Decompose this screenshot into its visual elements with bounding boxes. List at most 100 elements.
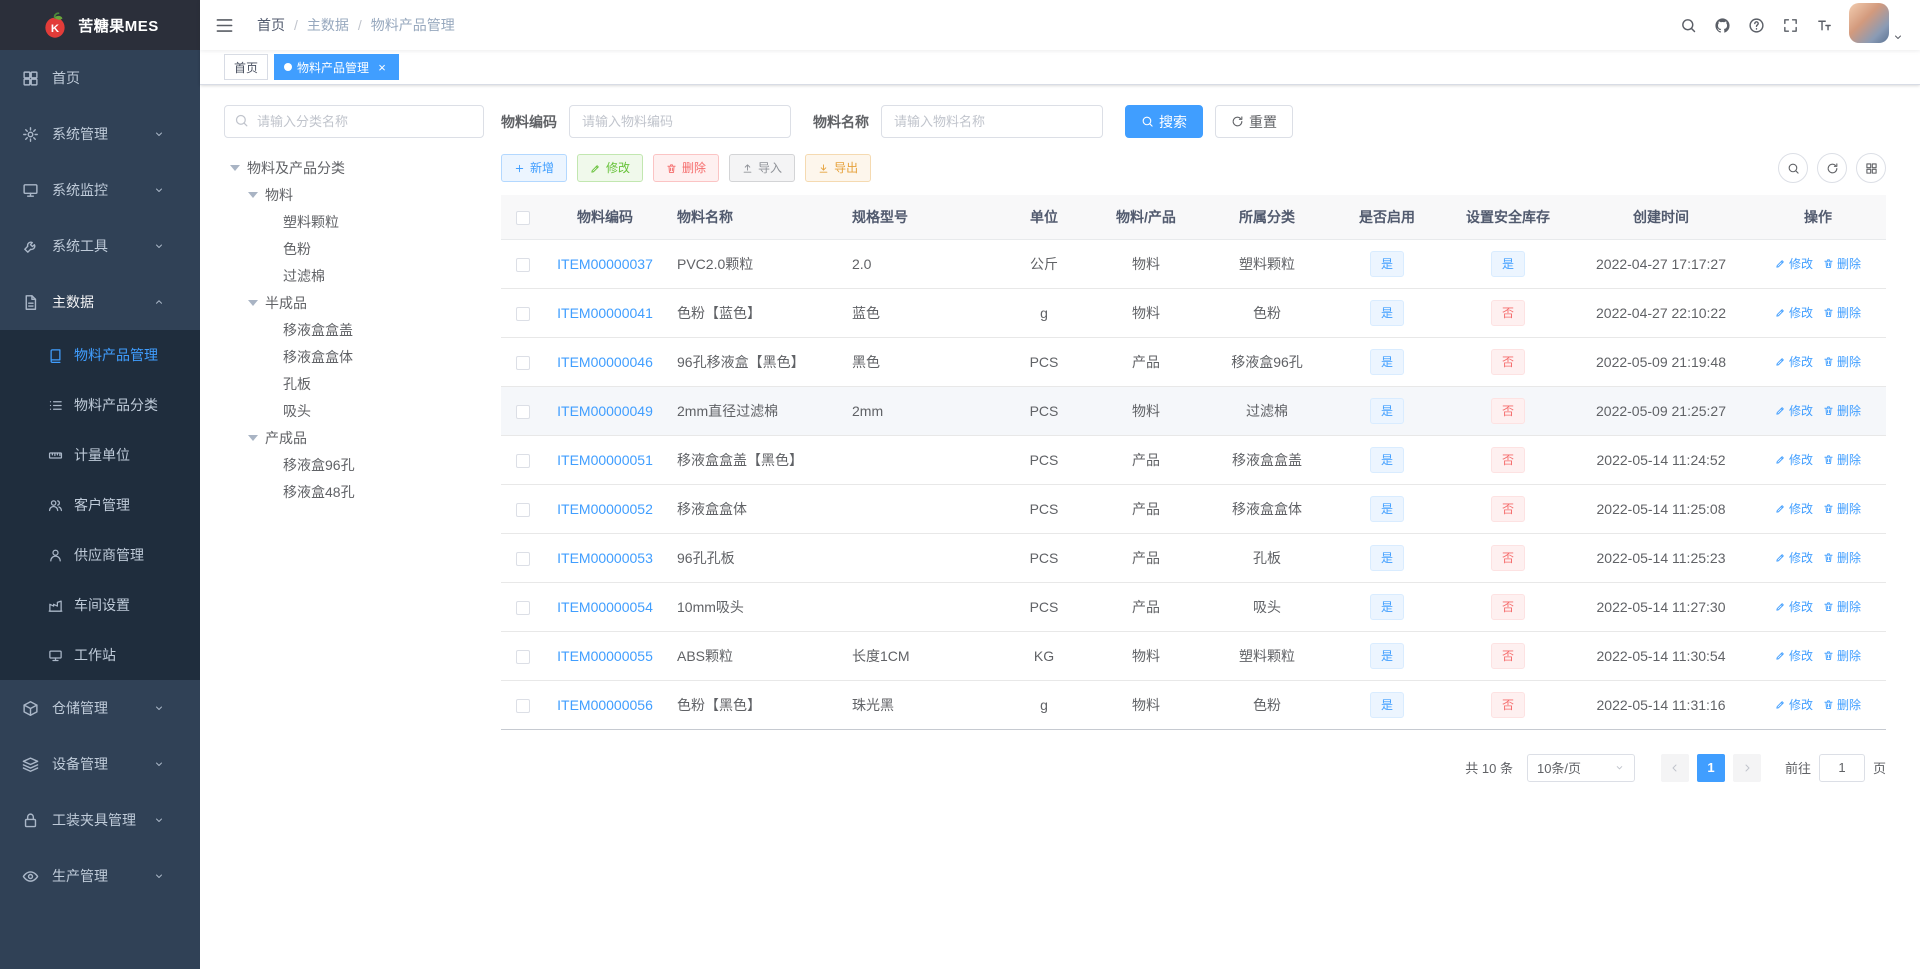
tab-home[interactable]: 首页 [224,54,269,80]
row-edit-link[interactable]: 修改 [1775,304,1813,321]
item-code-link[interactable]: ITEM00000055 [557,648,653,664]
sidebar-subitem-customer-management[interactable]: 客户管理 [0,480,200,530]
column-header-type[interactable]: 物料/产品 [1088,195,1204,240]
tree-node[interactable]: 过滤棉 [224,262,484,289]
select-all-checkbox[interactable] [516,210,530,225]
item-code-link[interactable]: ITEM00000052 [557,501,653,517]
tab-material-product-management[interactable]: 物料产品管理 × [274,54,400,80]
page-size-select[interactable]: 10条/页 [1526,753,1635,782]
tree-node[interactable]: 物料及产品分类 [224,154,484,181]
column-header-created[interactable]: 创建时间 [1572,195,1750,240]
tree-node[interactable]: 塑料颗粒 [224,208,484,235]
row-edit-link[interactable]: 修改 [1775,500,1813,517]
item-code-link[interactable]: ITEM00000049 [557,403,653,419]
row-delete-link[interactable]: 删除 [1823,451,1861,468]
table-row[interactable]: ITEM00000049 2mm直径过滤棉 2mm PCS 物料 过滤棉 是 否 2022-05… [501,386,1886,436]
row-delete-link[interactable]: 删除 [1823,500,1861,517]
column-header-code[interactable]: 物料编码 [545,195,665,240]
table-row[interactable]: ITEM00000051 移液盒盒盖【黑色】 PCS 产品 移液盒盒盖 是 否 2022-05… [501,435,1886,485]
table-row[interactable]: ITEM00000046 96孔移液盒【黑色】 黑色 PCS 产品 移液盒96孔 是 否 202… [501,337,1886,387]
toggle-columns-button[interactable] [1856,153,1886,183]
row-delete-link[interactable]: 删除 [1823,402,1861,419]
row-edit-link[interactable]: 修改 [1775,549,1813,566]
row-checkbox[interactable] [516,698,530,713]
search-button[interactable]: 搜索 [1125,105,1203,138]
caret-down-icon[interactable] [230,164,240,171]
menu-fold-icon[interactable] [200,0,249,50]
toggle-search-button[interactable] [1778,153,1808,183]
row-checkbox[interactable] [516,257,530,272]
tree-node[interactable]: 移液盒盒盖 [224,316,484,343]
github-icon[interactable] [1705,0,1739,50]
font-size-icon[interactable] [1807,0,1841,50]
sidebar-item-home[interactable]: 首页 [0,50,200,106]
sidebar-subitem-measure-unit[interactable]: 计量单位 [0,430,200,480]
name-filter-input[interactable] [881,105,1103,138]
column-header-name[interactable]: 物料名称 [665,195,840,240]
tree-node[interactable]: 孔板 [224,370,484,397]
delete-button[interactable]: 删除 [653,154,720,182]
tree-node[interactable]: 移液盒盒体 [224,343,484,370]
row-checkbox[interactable] [516,551,530,566]
sidebar-subitem-supplier-management[interactable]: 供应商管理 [0,530,200,580]
row-checkbox[interactable] [516,306,530,321]
item-code-link[interactable]: ITEM00000037 [557,256,653,272]
refresh-button[interactable] [1817,153,1847,183]
question-icon[interactable] [1739,0,1773,50]
caret-down-icon[interactable] [248,299,258,306]
row-delete-link[interactable]: 删除 [1823,353,1861,370]
row-delete-link[interactable]: 删除 [1823,549,1861,566]
caret-down-icon[interactable] [248,434,258,441]
row-edit-link[interactable]: 修改 [1775,696,1813,713]
row-checkbox[interactable] [516,355,530,370]
tree-node[interactable]: 物料 [224,181,484,208]
item-code-link[interactable]: ITEM00000046 [557,354,653,370]
sidebar-item-fixture-management[interactable]: 工装夹具管理 [0,792,200,848]
caret-down-icon[interactable] [248,191,258,198]
column-header-enabled[interactable]: 是否启用 [1330,195,1444,240]
row-checkbox[interactable] [516,649,530,664]
goto-page-input[interactable] [1818,753,1865,782]
fullscreen-icon[interactable] [1773,0,1807,50]
sidebar-item-system-management[interactable]: 系统管理 [0,106,200,162]
category-search-input[interactable] [224,105,484,138]
table-row[interactable]: ITEM00000056 色粉【黑色】 珠光黑 g 物料 色粉 是 否 2022-05-14 1… [501,680,1886,730]
breadcrumb-item[interactable]: 首页 [257,15,285,35]
tree-node[interactable]: 产成品 [224,424,484,451]
add-button[interactable]: 新增 [501,154,568,182]
column-header-safety[interactable]: 设置安全库存 [1444,195,1572,240]
column-header-actions[interactable]: 操作 [1750,195,1886,240]
tree-node[interactable]: 移液盒48孔 [224,478,484,505]
item-code-link[interactable]: ITEM00000056 [557,697,653,713]
sidebar-item-system-monitor[interactable]: 系统监控 [0,162,200,218]
table-row[interactable]: ITEM00000054 10mm吸头 PCS 产品 吸头 是 否 2022-05-14 11… [501,582,1886,632]
column-header-unit[interactable]: 单位 [1000,195,1088,240]
tree-node[interactable]: 色粉 [224,235,484,262]
row-checkbox[interactable] [516,600,530,615]
item-code-link[interactable]: ITEM00000051 [557,452,653,468]
column-header-spec[interactable]: 规格型号 [840,195,1000,240]
row-edit-link[interactable]: 修改 [1775,647,1813,664]
item-code-link[interactable]: ITEM00000041 [557,305,653,321]
row-checkbox[interactable] [516,404,530,419]
row-edit-link[interactable]: 修改 [1775,353,1813,370]
sidebar-subitem-material-product-management[interactable]: 物料产品管理 [0,330,200,380]
item-code-link[interactable]: ITEM00000054 [557,599,653,615]
row-edit-link[interactable]: 修改 [1775,255,1813,272]
table-row[interactable]: ITEM00000052 移液盒盒体 PCS 产品 移液盒盒体是否 2022-05-14 … [501,484,1886,534]
search-icon[interactable] [1671,0,1705,50]
table-row[interactable]: ITEM00000041 色粉【蓝色】 蓝色 g 物料 色粉 是 否 2022-04-27 22… [501,288,1886,338]
row-edit-link[interactable]: 修改 [1775,451,1813,468]
table-row[interactable]: ITEM00000053 96孔孔板 PCS 产品 孔板 是 否 2022-05-14 11:… [501,533,1886,583]
row-delete-link[interactable]: 删除 [1823,598,1861,615]
code-filter-input[interactable] [569,105,791,138]
tree-node[interactable]: 移液盒96孔 [224,451,484,478]
item-code-link[interactable]: ITEM00000053 [557,550,653,566]
tree-node[interactable]: 吸头 [224,397,484,424]
row-delete-link[interactable]: 删除 [1823,696,1861,713]
close-icon[interactable]: × [375,60,389,74]
row-checkbox[interactable] [516,453,530,468]
sidebar-item-equipment-management[interactable]: 设备管理 [0,736,200,792]
row-delete-link[interactable]: 删除 [1823,304,1861,321]
sidebar-item-master-data[interactable]: 主数据 [0,274,200,330]
